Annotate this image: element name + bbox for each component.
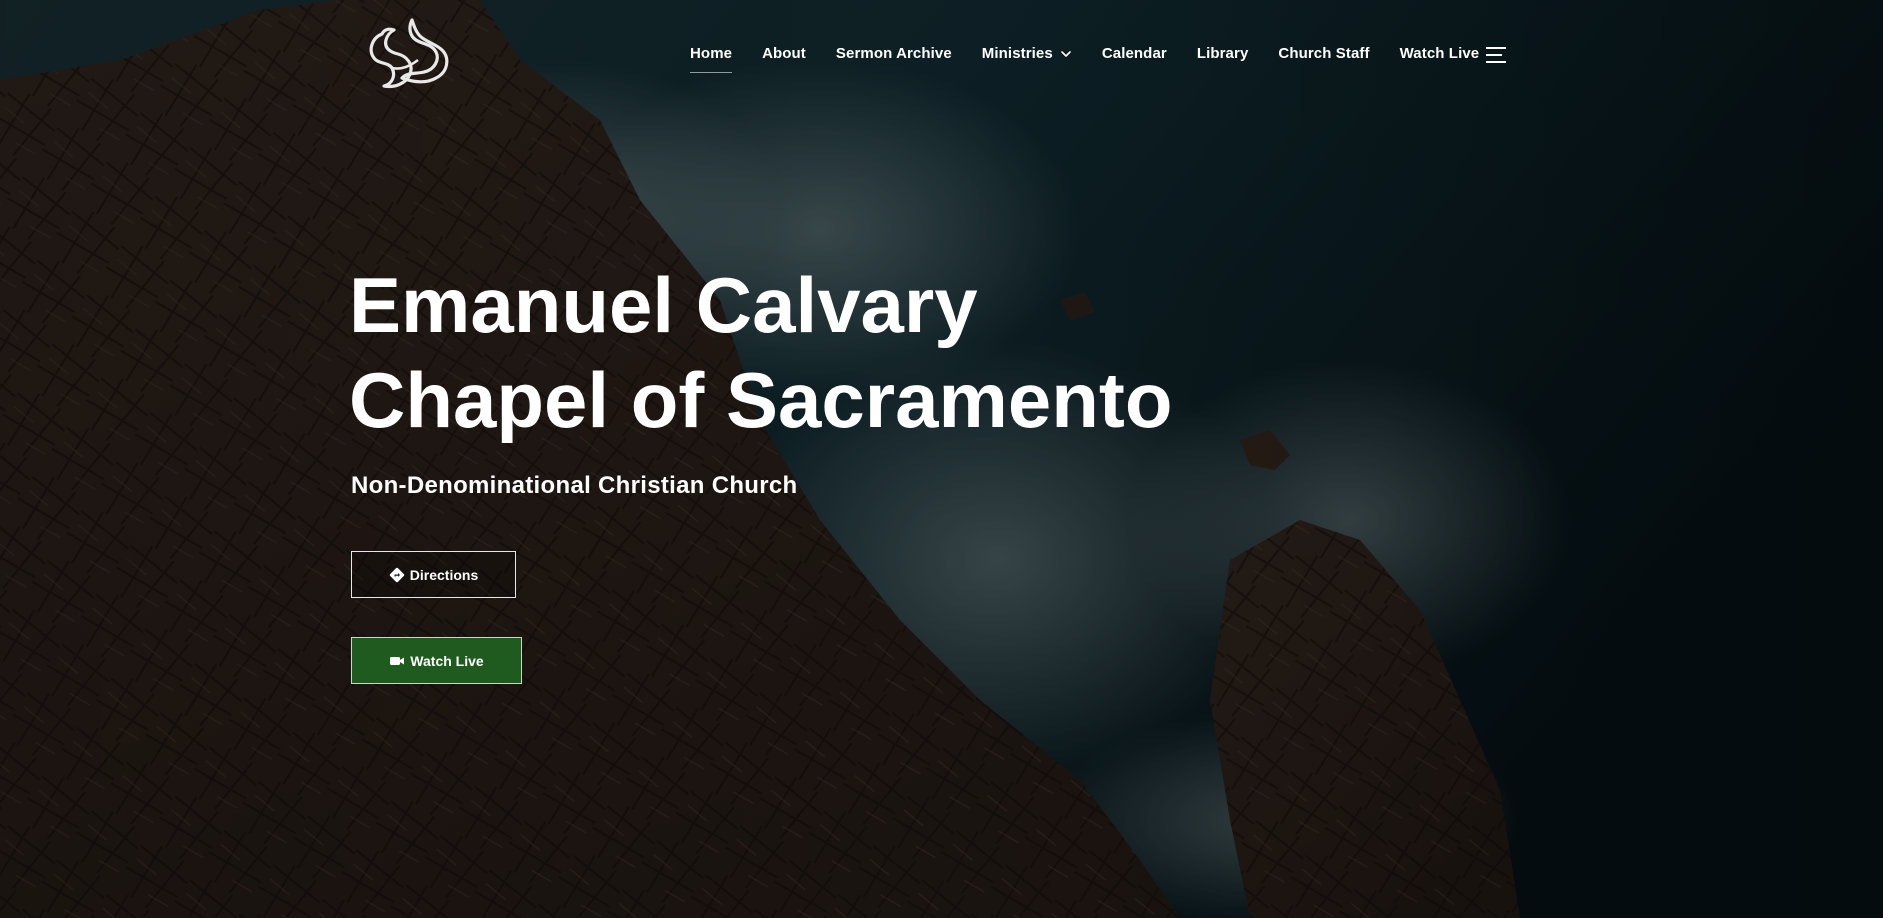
hero-title: Emanuel Calvary Chapel of Sacramento [349, 258, 1249, 448]
nav-item-home[interactable]: Home [690, 38, 733, 74]
nav-item-ministries[interactable]: Ministries [982, 38, 1072, 74]
watch-live-button-label: Watch Live [410, 652, 484, 669]
nav-item-watch-live[interactable]: Watch Live [1400, 38, 1480, 74]
hamburger-menu-button[interactable] [1484, 46, 1508, 64]
main-navigation: Home About Sermon Archive Ministries Cal… [690, 38, 1509, 74]
nav-item-church-staff[interactable]: Church Staff [1278, 38, 1369, 74]
hero-title-line-1: Emanuel Calvary [349, 261, 978, 349]
video-camera-icon [390, 656, 405, 665]
chevron-down-icon [1061, 51, 1071, 57]
site-logo[interactable] [362, 14, 456, 92]
nav-item-label: Calendar [1101, 45, 1167, 62]
nav-item-label: Ministries [981, 45, 1053, 62]
nav-item-label: Library [1196, 45, 1249, 62]
nav-item-label: About [762, 45, 806, 62]
hero-title-line-2: Chapel of Sacramento [349, 356, 1173, 444]
directions-sign-icon [389, 567, 404, 582]
directions-button-label: Directions [409, 566, 479, 583]
hero-subtitle: Non-Denominational Christian Church [351, 472, 798, 499]
nav-item-about[interactable]: About [762, 38, 806, 74]
nav-item-label: Home [690, 45, 733, 62]
nav-item-label: Watch Live [1399, 45, 1480, 62]
nav-item-label: Sermon Archive [835, 45, 952, 62]
hamburger-menu-icon [1486, 47, 1506, 63]
dove-logo-icon [369, 18, 449, 89]
watch-live-button[interactable]: Watch Live [351, 637, 522, 684]
site-header: Home About Sermon Archive Ministries Cal… [0, 0, 1883, 112]
nav-item-calendar[interactable]: Calendar [1102, 38, 1167, 74]
hero-dark-overlay [0, 0, 1883, 918]
nav-item-label: Church Staff [1278, 45, 1370, 62]
nav-item-library[interactable]: Library [1197, 38, 1249, 74]
directions-button[interactable]: Directions [351, 551, 516, 598]
nav-item-sermon-archive[interactable]: Sermon Archive [836, 38, 952, 74]
